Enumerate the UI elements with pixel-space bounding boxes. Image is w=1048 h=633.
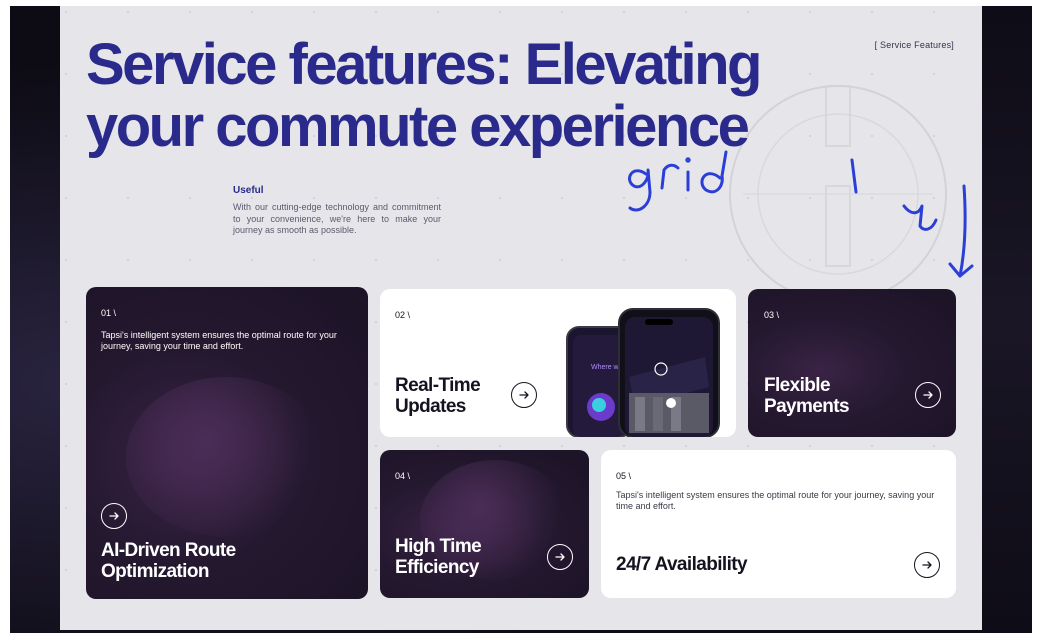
card-number: 04 \	[395, 471, 411, 481]
feature-card-03[interactable]: 03 \ Flexible Payments	[748, 289, 956, 437]
section-tag: [ Service Features]	[874, 40, 954, 50]
card-title-line-2: Efficiency	[395, 557, 479, 578]
card-description: Tapsi's intelligent system ensures the o…	[101, 330, 337, 351]
feature-card-04[interactable]: 04 \ High Time Efficiency	[380, 450, 589, 598]
feature-card-05[interactable]: 05 \ Tapsi's intelligent system ensures …	[601, 450, 956, 598]
card-01-arrow-button[interactable]	[101, 503, 127, 529]
arrow-right-icon	[923, 391, 933, 399]
card-title: High Time Efficiency	[395, 536, 482, 578]
arrow-right-icon	[922, 561, 932, 569]
card-04-arrow-button[interactable]	[547, 544, 573, 570]
useful-description: With our cutting-edge technology and com…	[233, 202, 441, 235]
feature-card-02[interactable]: 02 \ Real-Time Updates Where wo want to	[380, 289, 736, 437]
frame-edge	[982, 6, 1032, 633]
card-title-line-1: High Time	[395, 536, 482, 557]
arrow-right-icon	[109, 512, 119, 520]
card-03-arrow-button[interactable]	[915, 382, 941, 408]
card-decoration	[126, 377, 326, 537]
card-description: Tapsi's intelligent system ensures the o…	[616, 490, 935, 511]
phone-mockups-image: Where wo want to	[566, 308, 720, 437]
card-title: Flexible Payments	[764, 375, 850, 417]
card-number: 03 \	[764, 310, 780, 320]
card-title-line-1: Real-Time	[395, 375, 481, 396]
card-title-line-1: AI-Driven Route	[101, 540, 236, 561]
card-05-arrow-button[interactable]	[914, 552, 940, 578]
card-title-line-2: Updates	[395, 396, 466, 417]
handwritten-annotation	[628, 150, 974, 278]
card-title: Real-Time Updates	[395, 375, 481, 417]
page-title: Service features: Elevating your commute…	[86, 34, 846, 158]
card-number: 05 \	[616, 471, 632, 481]
page-title-line-1: Service features: Elevating	[86, 32, 762, 97]
card-title: 24/7 Availability	[616, 554, 748, 575]
arrow-right-icon	[519, 391, 529, 399]
card-title-line-1: Flexible	[764, 375, 831, 396]
useful-heading: Useful	[233, 185, 264, 196]
card-number: 02 \	[395, 310, 411, 320]
slide: Service features: Elevating your commute…	[60, 6, 982, 630]
card-title: AI-Driven Route Optimization	[101, 540, 236, 582]
card-02-arrow-button[interactable]	[511, 382, 537, 408]
arrow-right-icon	[555, 553, 565, 561]
card-title-line-2: Payments	[764, 396, 850, 417]
feature-card-01[interactable]: 01 \ Tapsi's intelligent system ensures …	[86, 287, 368, 599]
card-number: 01 \	[101, 308, 117, 318]
card-title-line-2: Optimization	[101, 561, 209, 582]
